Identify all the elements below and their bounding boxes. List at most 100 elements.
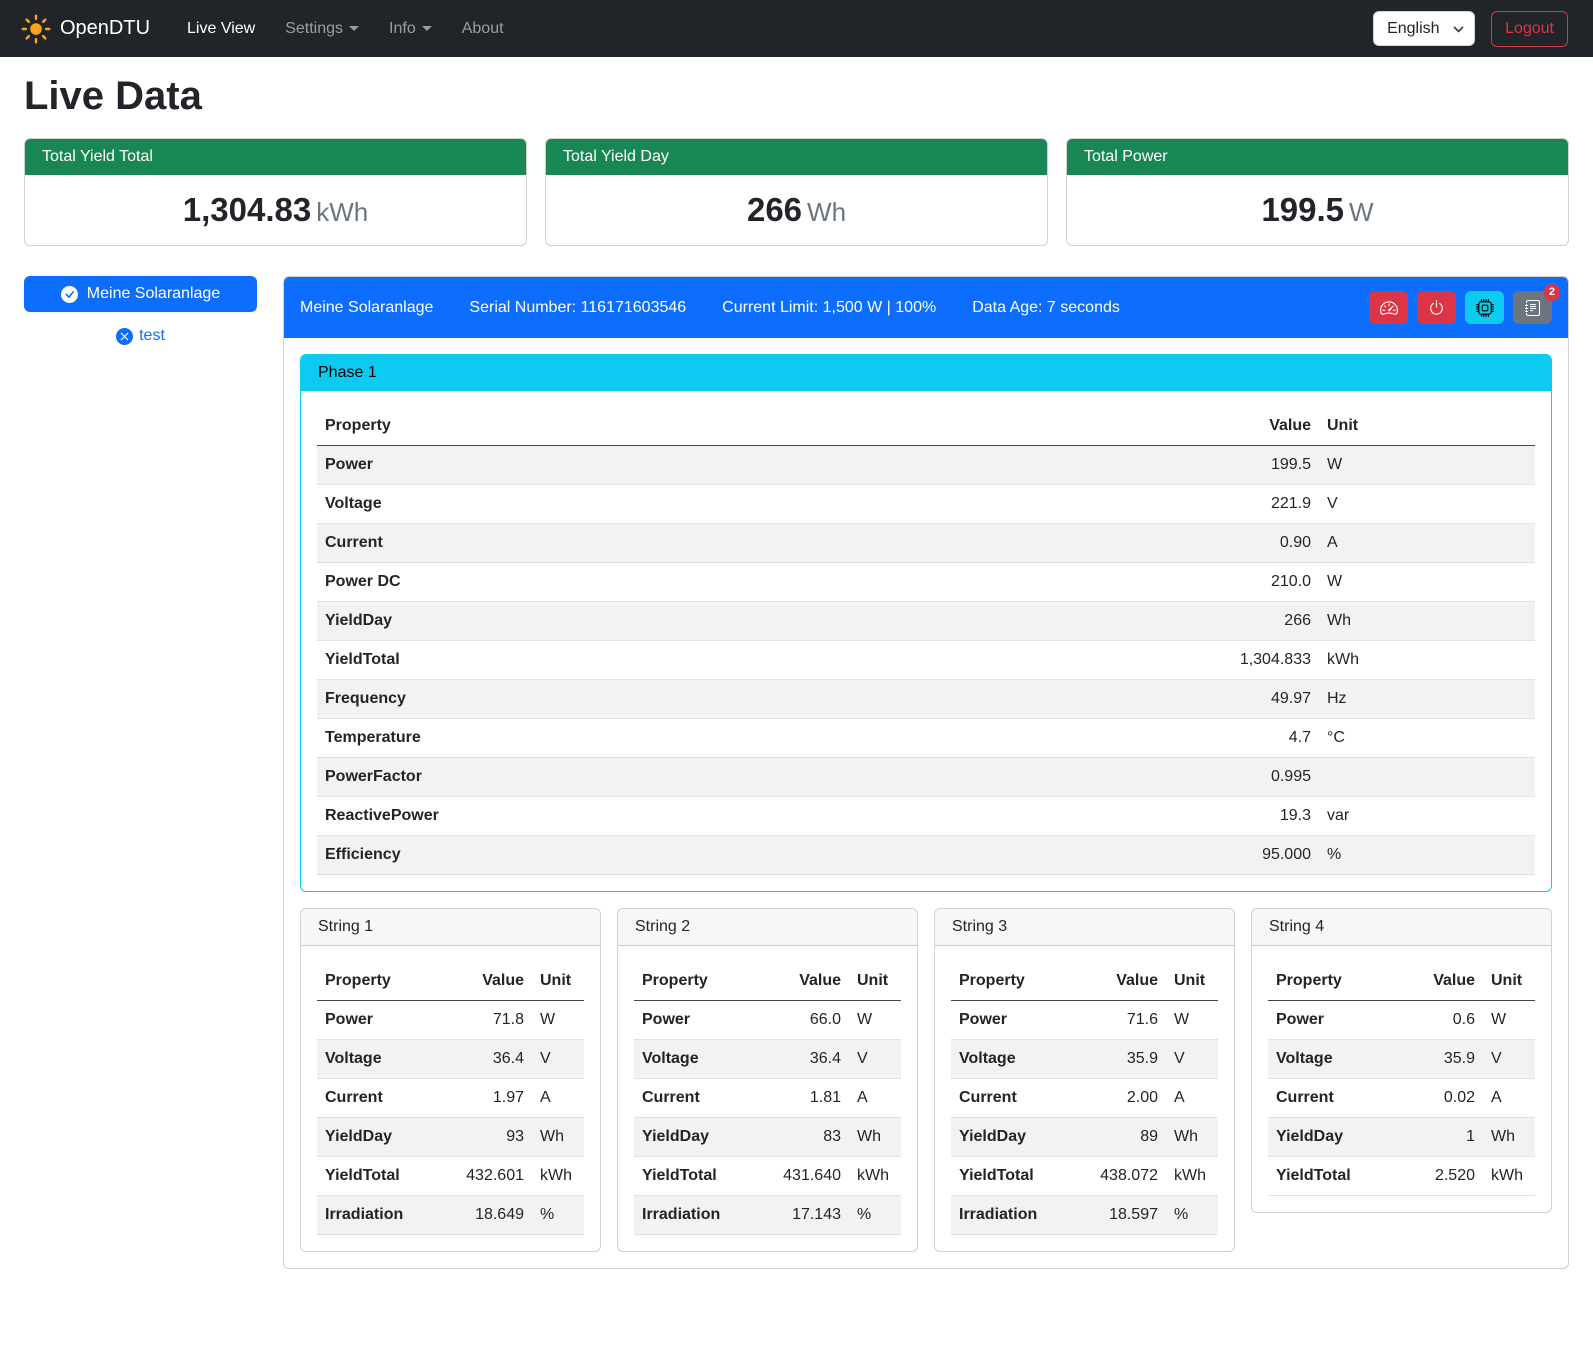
table-row: Irradiation 18.649 % [317, 1196, 584, 1235]
value-cell: 95.000 [1189, 836, 1319, 875]
value-cell: 4.7 [1189, 719, 1319, 758]
inverter-action-buttons: 2 [1369, 291, 1552, 324]
column-header-unit: Unit [849, 962, 901, 1001]
unit-cell: W [849, 1001, 901, 1040]
property-cell: YieldTotal [634, 1157, 771, 1196]
property-cell: Power [951, 1001, 1088, 1040]
unit-cell: kWh [1483, 1157, 1535, 1196]
value-cell: 19.3 [1189, 797, 1319, 836]
navbar-right: English Logout [1373, 11, 1580, 47]
summary-cards: Total Yield Total 1,304.83kWh Total Yiel… [24, 138, 1569, 246]
property-cell: YieldDay [951, 1118, 1088, 1157]
property-cell: YieldTotal [1268, 1157, 1405, 1196]
property-cell: YieldTotal [317, 641, 1189, 680]
inverter-select-button[interactable]: Meine Solaranlage [24, 276, 257, 312]
phase-card-body: Property Value Unit Power 199.5 [301, 391, 1551, 891]
summary-card: Total Yield Total 1,304.83kWh [24, 138, 527, 246]
value-cell: 35.9 [1405, 1040, 1483, 1079]
device-info-button[interactable] [1465, 291, 1504, 324]
property-cell: Current [1268, 1079, 1405, 1118]
property-cell: Voltage [951, 1040, 1088, 1079]
power-button[interactable] [1417, 291, 1456, 324]
summary-card-body: 199.5W [1067, 175, 1568, 245]
string-card-body: Property Value Unit Power 71.8 [301, 946, 600, 1251]
property-cell: Voltage [1268, 1040, 1405, 1079]
unit-cell: W [532, 1001, 584, 1040]
nav-item-about[interactable]: About [447, 12, 519, 46]
inverter-card: Meine Solaranlage Serial Number: 1161716… [283, 276, 1569, 1269]
language-select[interactable]: English [1373, 11, 1475, 46]
sidebar-item-test[interactable]: test [24, 327, 257, 345]
value-cell: 1,304.833 [1189, 641, 1319, 680]
table-row: Power DC 210.0 W [317, 563, 1535, 602]
unit-cell: °C [1319, 719, 1535, 758]
string-card-body: Property Value Unit Power 71.6 [935, 946, 1234, 1251]
table-header-row: Property Value Unit [1268, 962, 1535, 1001]
unit-cell: A [849, 1079, 901, 1118]
brand[interactable]: OpenDTU [13, 14, 158, 44]
table-row: YieldDay 83 Wh [634, 1118, 901, 1157]
string-table: Property Value Unit Power 66.0 [634, 962, 901, 1235]
summary-card-body: 266Wh [546, 175, 1047, 245]
chevron-down-icon [349, 26, 359, 31]
chevron-down-icon [422, 26, 432, 31]
unit-cell: kWh [1166, 1157, 1218, 1196]
table-row: ReactivePower 19.3 var [317, 797, 1535, 836]
nav-item-settings[interactable]: Settings [270, 12, 374, 46]
power-icon [1428, 299, 1445, 316]
summary-unit: kWh [316, 197, 368, 227]
logout-button[interactable]: Logout [1491, 11, 1568, 47]
property-cell: Power [317, 1001, 454, 1040]
page-title: Live Data [24, 74, 1569, 119]
property-cell: Efficiency [317, 836, 1189, 875]
brand-label: OpenDTU [60, 17, 150, 40]
value-cell: 432.601 [454, 1157, 532, 1196]
table-row: Temperature 4.7 °C [317, 719, 1535, 758]
unit-cell: Wh [1319, 602, 1535, 641]
table-row: YieldTotal 438.072 kWh [951, 1157, 1218, 1196]
table-header-row: Property Value Unit [634, 962, 901, 1001]
column-header-property: Property [1268, 962, 1405, 1001]
string-card-body: Property Value Unit Power 0.6 [1252, 946, 1551, 1212]
table-row: Current 1.81 A [634, 1079, 901, 1118]
table-row: Current 2.00 A [951, 1079, 1218, 1118]
value-cell: 199.5 [1189, 446, 1319, 485]
unit-cell: % [1319, 836, 1535, 875]
property-cell: Current [317, 524, 1189, 563]
table-row: Current 0.02 A [1268, 1079, 1535, 1118]
property-cell: Power [1268, 1001, 1405, 1040]
unit-cell: Wh [849, 1118, 901, 1157]
value-cell: 0.02 [1405, 1079, 1483, 1118]
sun-icon [21, 14, 51, 44]
table-header-row: Property Value Unit [951, 962, 1218, 1001]
unit-cell: A [1319, 524, 1535, 563]
summary-card-title: Total Yield Day [546, 139, 1047, 175]
value-cell: 2.00 [1088, 1079, 1166, 1118]
unit-cell: W [1483, 1001, 1535, 1040]
unit-cell: % [532, 1196, 584, 1235]
value-cell: 71.8 [454, 1001, 532, 1040]
property-cell: YieldTotal [317, 1157, 454, 1196]
summary-unit: Wh [807, 197, 846, 227]
table-row: Irradiation 17.143 % [634, 1196, 901, 1235]
nav-item-live-view[interactable]: Live View [172, 12, 270, 46]
value-cell: 210.0 [1189, 563, 1319, 602]
string-card-title: String 4 [1252, 909, 1551, 946]
inverter-card-header: Meine Solaranlage Serial Number: 1161716… [284, 277, 1568, 338]
column-header-value: Value [1088, 962, 1166, 1001]
unit-cell: Wh [1166, 1118, 1218, 1157]
property-cell: Current [951, 1079, 1088, 1118]
nav-item-info[interactable]: Info [374, 12, 447, 46]
event-log-button[interactable]: 2 [1513, 291, 1552, 324]
value-cell: 35.9 [1088, 1040, 1166, 1079]
limit-settings-button[interactable] [1369, 291, 1408, 324]
property-cell: PowerFactor [317, 758, 1189, 797]
unit-cell: A [1483, 1079, 1535, 1118]
unit-cell: A [1166, 1079, 1218, 1118]
inverter-limit: Current Limit: 1,500 W | 100% [722, 299, 936, 317]
summary-card-title: Total Yield Total [25, 139, 526, 175]
table-row: Voltage 36.4 V [317, 1040, 584, 1079]
column-header-unit: Unit [1483, 962, 1535, 1001]
summary-card-title: Total Power [1067, 139, 1568, 175]
table-row: YieldDay 1 Wh [1268, 1118, 1535, 1157]
